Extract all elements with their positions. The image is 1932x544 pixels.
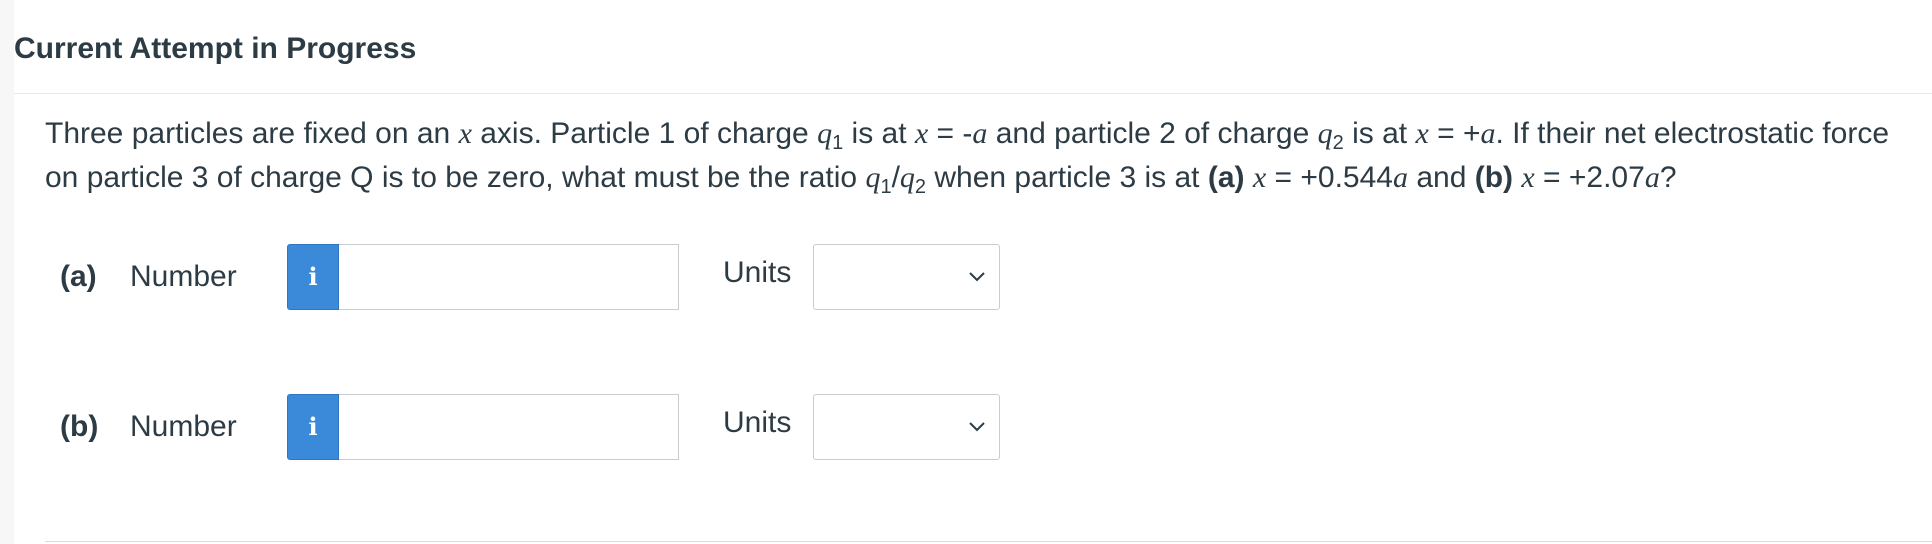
number-input[interactable] <box>339 244 679 310</box>
divider <box>45 541 1932 542</box>
number-label: Number <box>130 410 237 443</box>
units-label: Units <box>723 406 792 439</box>
answer-row-a: (a) Number i Units <box>60 244 1060 310</box>
attempt-header: Current Attempt in Progress <box>14 0 1932 94</box>
number-input[interactable] <box>339 394 679 460</box>
info-button[interactable]: i <box>287 394 339 460</box>
part-label: (a) <box>60 260 97 293</box>
info-button[interactable]: i <box>287 244 339 310</box>
units-dropdown[interactable] <box>813 244 1000 310</box>
info-icon: i <box>308 262 318 291</box>
answer-row-b: (b) Number i Units <box>60 394 1060 460</box>
number-label: Number <box>130 260 237 293</box>
units-label: Units <box>723 256 792 289</box>
part-label: (b) <box>60 410 99 443</box>
page-title: Current Attempt in Progress <box>14 32 417 65</box>
units-dropdown[interactable] <box>813 394 1000 460</box>
question-text: Three particles are fixed on an x axis. … <box>45 117 1890 198</box>
chevron-down-icon <box>969 272 985 282</box>
info-icon: i <box>308 412 318 441</box>
left-gutter <box>0 0 14 544</box>
chevron-down-icon <box>969 422 985 432</box>
